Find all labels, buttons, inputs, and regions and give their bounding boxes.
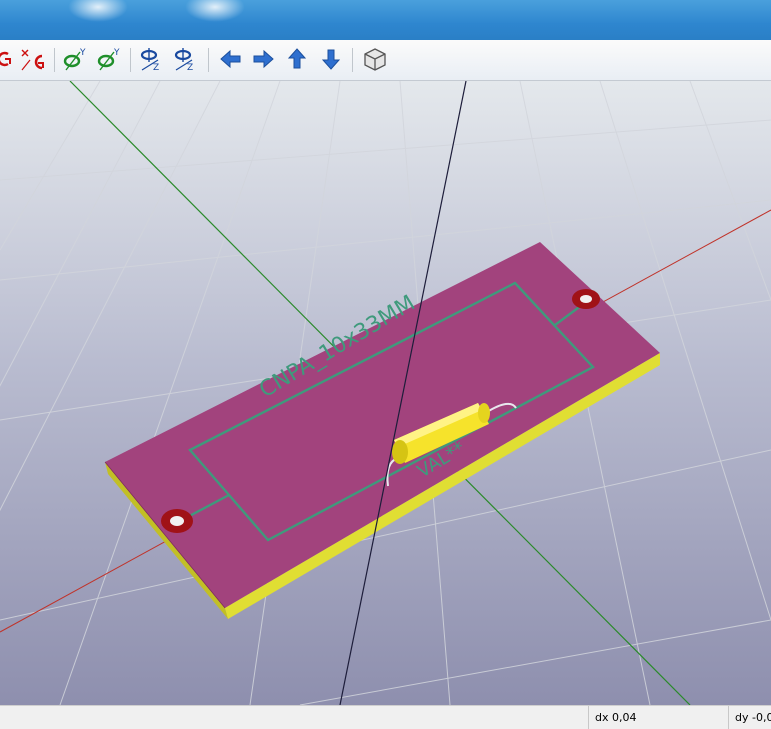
svg-text:Z: Z (153, 63, 159, 72)
3d-viewport[interactable]: CNPA_10x33MM VAL** (0, 81, 771, 705)
rotate-z-icon[interactable]: Z (138, 46, 164, 72)
toolbar-separator (130, 48, 131, 72)
rotate-y-icon[interactable]: Y (62, 46, 88, 72)
window-title-bar (0, 0, 771, 40)
rotate-x-icon[interactable] (20, 46, 46, 72)
rotate-z-icon[interactable]: Z (172, 46, 198, 72)
arrow-left-icon[interactable] (218, 46, 244, 72)
svg-text:Y: Y (113, 48, 120, 58)
3d-scene: CNPA_10x33MM VAL** (0, 81, 771, 705)
rotate-y-icon[interactable]: Y (96, 46, 122, 72)
toolbar-separator (352, 48, 353, 72)
svg-text:Y: Y (79, 48, 86, 58)
status-bar: dx 0,04 dy -0,0 (0, 705, 771, 729)
arrow-down-icon[interactable] (318, 46, 344, 72)
toolbar: Y Y Z Z (0, 40, 771, 81)
status-dx: dx 0,04 (588, 706, 725, 729)
pad-right (572, 289, 600, 309)
arrow-up-icon[interactable] (284, 46, 310, 72)
rotate-x-icon[interactable] (0, 46, 18, 72)
status-dy: dy -0,0 (728, 706, 771, 729)
cube-icon[interactable] (362, 46, 388, 72)
svg-text:Z: Z (187, 63, 193, 72)
toolbar-separator (54, 48, 55, 72)
pad-left (161, 509, 193, 533)
toolbar-separator (208, 48, 209, 72)
arrow-right-icon[interactable] (250, 46, 276, 72)
